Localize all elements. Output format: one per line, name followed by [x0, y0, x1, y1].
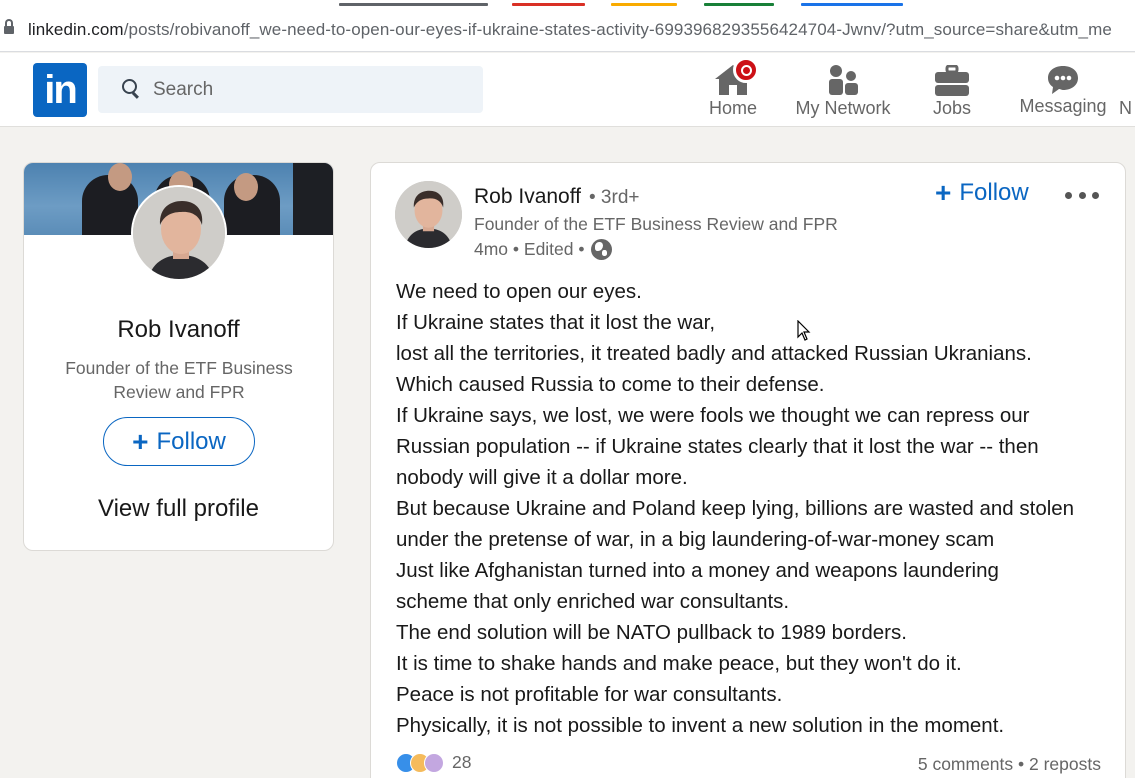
post-body-line: Which caused Russia to come to their def… — [396, 373, 825, 396]
post-body-line: Russian population -- if Ukraine states … — [396, 435, 1039, 458]
globe-icon — [590, 239, 612, 260]
connection-degree: • 3rd+ — [589, 187, 640, 208]
mouse-cursor-icon — [797, 320, 811, 341]
author-avatar[interactable] — [395, 181, 462, 248]
tab-strip — [0, 0, 1135, 6]
profile-card: Rob Ivanoff Founder of the ETF Business … — [23, 162, 334, 551]
nav-jobs-label: Jobs — [932, 98, 972, 118]
url-path: /posts/robivanoff_we-need-to-open-our-ey… — [123, 20, 1112, 39]
more-options-icon[interactable] — [1065, 192, 1099, 200]
search-input[interactable] — [153, 66, 473, 113]
post-follow-button[interactable]: + Follow — [935, 179, 1029, 207]
post-body-line: If Ukraine states that it lost the war, — [396, 311, 716, 334]
post-body-line: The end solution will be NATO pullback t… — [396, 621, 907, 644]
post-meta-text: 4mo • Edited • — [474, 239, 585, 259]
profile-follow-button[interactable]: + Follow — [103, 417, 255, 466]
browser-address-bar[interactable]: linkedin.com/posts/robivanoff_we-need-to… — [0, 0, 1135, 52]
search-icon — [122, 79, 140, 99]
nav-messaging[interactable]: Messaging — [1013, 59, 1113, 123]
post-card: Rob Ivanoff • 3rd+ Founder of the ETF Bu… — [370, 162, 1126, 778]
reactions-summary[interactable]: 28 — [396, 752, 471, 773]
post-body-line: But because Ukraine and Poland keep lyin… — [396, 497, 1075, 520]
url-text[interactable]: linkedin.com/posts/robivanoff_we-need-to… — [28, 20, 1112, 40]
messaging-icon — [1048, 66, 1078, 94]
profile-name[interactable]: Rob Ivanoff — [24, 316, 333, 344]
lock-icon — [4, 19, 14, 34]
reaction-count: 28 — [452, 752, 472, 772]
post-body-line: under the pretense of war, in a big laun… — [396, 528, 995, 551]
post-body-line: scheme that only enriched war consultant… — [396, 590, 790, 613]
support-reaction-icon — [424, 752, 444, 773]
plus-icon: + — [935, 177, 952, 208]
post-body-line: It is time to shake hands and make peace… — [396, 652, 962, 675]
nav-my-network-label: My Network — [795, 98, 891, 118]
notification-badge — [733, 57, 759, 83]
profile-avatar[interactable] — [131, 185, 227, 281]
nav-notifications-label: N — [1119, 98, 1132, 118]
nav-jobs[interactable]: Jobs — [921, 59, 983, 123]
post-author-headline: Founder of the ETF Business Review and F… — [474, 214, 838, 234]
profile-follow-label: Follow — [156, 427, 226, 455]
post-body: We need to open our eyes. If Ukraine stat… — [396, 276, 1111, 741]
plus-icon: + — [132, 425, 149, 457]
post-body-line: Physically, it is not possible to invent… — [396, 714, 1005, 737]
post-body-line: nobody will give it a dollar more. — [396, 466, 688, 489]
linkedin-logo[interactable]: in — [33, 63, 87, 117]
post-author-name[interactable]: Rob Ivanoff — [474, 185, 581, 209]
search-box[interactable] — [98, 66, 483, 113]
linkedin-navbar: in Home My Network Jobs — [0, 53, 1135, 127]
nav-notifications[interactable]: N — [1119, 59, 1135, 123]
briefcase-icon — [935, 65, 969, 96]
post-body-line: lost all the territories, it treated bad… — [396, 342, 1032, 365]
post-body-line: Just like Afghanistan turned into a mone… — [396, 559, 999, 582]
view-full-profile-link[interactable]: View full profile — [24, 495, 333, 523]
nav-messaging-label: Messaging — [1019, 96, 1107, 116]
nav-my-network[interactable]: My Network — [787, 59, 899, 123]
post-body-line: Peace is not profitable for war consulta… — [396, 683, 783, 706]
post-body-line: If Ukraine says, we lost, we were fools … — [396, 404, 1030, 427]
network-icon — [829, 65, 858, 95]
nav-home[interactable]: Home — [700, 57, 766, 123]
url-host: linkedin.com — [28, 20, 124, 39]
post-body-line: We need to open our eyes. — [396, 280, 642, 303]
post-follow-label: Follow — [959, 179, 1029, 206]
post-meta: 4mo • Edited • — [474, 239, 612, 260]
nav-home-label: Home — [708, 98, 757, 118]
profile-headline: Founder of the ETF Business Review and F… — [65, 358, 293, 402]
post-stats[interactable]: 5 comments • 2 reposts — [918, 754, 1101, 775]
